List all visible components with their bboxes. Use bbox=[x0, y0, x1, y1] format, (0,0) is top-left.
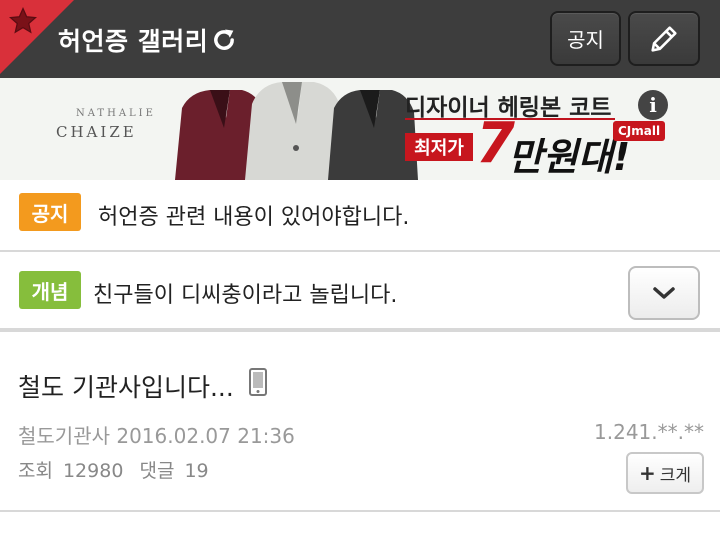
chevron-down-icon bbox=[653, 287, 675, 299]
app-header: 허언증 갤러리 공지 bbox=[0, 0, 720, 78]
post-meta: 철도기관사 2016.02.07 21:36 bbox=[18, 420, 295, 449]
post-datetime: 2016.02.07 21:36 bbox=[116, 424, 295, 448]
ad-brand-logo: CHAIZE bbox=[56, 123, 137, 141]
star-icon[interactable] bbox=[8, 6, 38, 36]
post-title[interactable]: 철도 기관사입니다... bbox=[18, 368, 234, 404]
comments-count: 19 bbox=[184, 460, 209, 482]
notice-text[interactable]: 허언증 관련 내용이 있어야합니다. bbox=[98, 199, 409, 231]
ad-lowest-price-label: 최저가 bbox=[405, 133, 473, 161]
post-stats: 조회 12980 댓글 19 bbox=[18, 456, 219, 483]
enlarge-button[interactable]: + 크게 bbox=[626, 452, 704, 494]
refresh-icon[interactable] bbox=[210, 26, 238, 54]
notice-badge: 공지 bbox=[19, 193, 81, 231]
info-icon[interactable]: i bbox=[638, 90, 668, 120]
views-count: 12980 bbox=[62, 460, 124, 482]
plus-icon: + bbox=[638, 461, 656, 485]
concept-row[interactable]: 개념 친구들이 디씨충이라고 놀립니다. bbox=[0, 252, 720, 332]
ad-price-unit: 만원대! bbox=[508, 135, 631, 179]
write-button[interactable] bbox=[628, 11, 700, 66]
expand-button[interactable] bbox=[628, 266, 700, 320]
mobile-icon bbox=[249, 368, 267, 396]
ad-coats-image bbox=[175, 82, 418, 180]
views-label: 조회 bbox=[18, 460, 53, 482]
notice-button[interactable]: 공지 bbox=[550, 11, 621, 66]
post-author: 철도기관사 bbox=[18, 424, 110, 448]
comments-label: 댓글 bbox=[139, 460, 175, 482]
post-ip: 1.241.**.** bbox=[594, 420, 704, 444]
notice-row[interactable]: 공지 허언증 관련 내용이 있어야합니다. bbox=[0, 180, 720, 252]
ad-brand-subtitle: NATHALIE bbox=[76, 108, 156, 119]
pencil-icon bbox=[651, 25, 677, 52]
concept-badge: 개념 bbox=[19, 271, 81, 309]
enlarge-label: 크게 bbox=[659, 465, 692, 486]
post-item[interactable]: 철도 기관사입니다... 철도기관사 2016.02.07 21:36 1.24… bbox=[0, 336, 720, 512]
ad-cjmall-logo: CJmall bbox=[613, 121, 666, 141]
ad-banner[interactable]: NATHALIE CHAIZE 디자이너 헤링본 코트 최저가 7 만원대! C… bbox=[0, 78, 720, 180]
gallery-title[interactable]: 허언증 갤러리 bbox=[58, 22, 208, 58]
concept-text[interactable]: 친구들이 디씨충이라고 놀립니다. bbox=[93, 277, 397, 309]
